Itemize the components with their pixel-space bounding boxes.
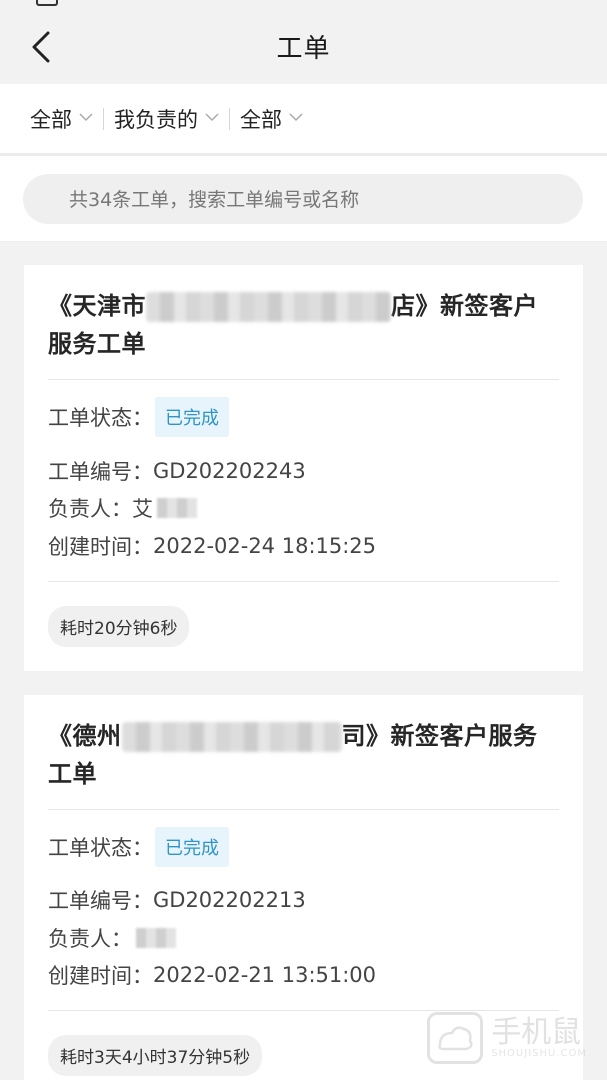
owner-value: 艾 <box>132 497 153 522</box>
filter-label: 我负责的 <box>114 107 198 132</box>
duration-tag: 耗时3天4小时37分钟5秒 <box>48 1035 263 1076</box>
number-value: GD202202243 <box>153 458 306 483</box>
card-title: 《德州 司》新签客户服务 工单 <box>48 717 559 810</box>
status-badge: 已完成 <box>155 826 229 867</box>
number-label: 工单编号： <box>48 459 153 484</box>
card-details: 工单状态： 已完成 工单编号： GD202202213 负责人： 创建时间： 2… <box>48 810 559 1011</box>
duration-tag: 耗时20分钟6秒 <box>48 605 190 647</box>
signal-icon <box>36 0 58 6</box>
divider <box>229 107 230 130</box>
search-placeholder: 共34条工单，搜索工单编号或名称 <box>69 189 360 211</box>
number-row: 工单编号： GD202202243 <box>48 452 559 490</box>
filter-status-dropdown[interactable]: 全部 <box>240 104 303 134</box>
status-row: 工单状态： 已完成 <box>48 396 559 438</box>
chevron-left-icon <box>32 31 50 63</box>
back-button[interactable] <box>26 31 56 63</box>
search-input[interactable]: 共34条工单，搜索工单编号或名称 <box>23 173 583 224</box>
watermark: 手机鼠 SHOUJISHU.COM <box>427 1012 587 1064</box>
title-text: 店》新签客户 <box>391 292 538 320</box>
status-bar <box>0 0 607 12</box>
filter-label: 全部 <box>240 107 282 132</box>
title-text: 司》新签客户服务 <box>341 721 538 750</box>
title-text: 《德州 <box>48 721 122 750</box>
filter-bar: 全部 我负责的 全部 <box>0 84 607 156</box>
chevron-down-icon <box>79 113 93 122</box>
created-label: 创建时间： <box>48 534 153 559</box>
watermark-subtext: SHOUJISHU.COM <box>491 1047 587 1059</box>
owner-label: 负责人： <box>48 926 132 951</box>
created-row: 创建时间： 2022-02-24 18:15:25 <box>48 527 559 565</box>
watermark-text-block: 手机鼠 SHOUJISHU.COM <box>491 1014 587 1059</box>
number-row: 工单编号： GD202202213 <box>48 882 559 920</box>
redacted-text <box>121 721 342 752</box>
owner-row: 负责人： 艾 <box>48 490 559 528</box>
status-badge: 已完成 <box>155 397 229 437</box>
redacted-text <box>157 498 197 519</box>
work-order-card[interactable]: 《天津市 店》新签客户 服务工单 工单状态： 已完成 工单编号： GD202202… <box>24 265 583 671</box>
status-row: 工单状态： 已完成 <box>48 826 559 868</box>
number-value: GD202202213 <box>153 888 306 913</box>
watermark-text: 手机鼠 <box>491 1014 582 1050</box>
chevron-down-icon <box>289 113 303 122</box>
watermark-logo-icon <box>427 1012 484 1064</box>
created-label: 创建时间： <box>48 964 153 989</box>
redacted-text <box>146 292 391 322</box>
status-label: 工单状态： <box>48 835 153 860</box>
created-value: 2022-02-21 13:51:00 <box>153 963 377 988</box>
work-order-list: 《天津市 店》新签客户 服务工单 工单状态： 已完成 工单编号： GD202202… <box>0 242 607 1080</box>
created-row: 创建时间： 2022-02-21 13:51:00 <box>48 957 559 995</box>
redacted-text <box>136 927 176 948</box>
title-text: 服务工单 <box>48 330 146 358</box>
filter-owner-dropdown[interactable]: 我负责的 <box>114 104 219 134</box>
chevron-down-icon <box>205 113 219 122</box>
filter-label: 全部 <box>30 107 72 132</box>
card-footer: 耗时20分钟6秒 <box>48 582 559 647</box>
owner-label: 负责人： <box>48 497 132 522</box>
title-text: 《天津市 <box>48 292 146 320</box>
divider <box>103 107 104 130</box>
card-details: 工单状态： 已完成 工单编号： GD202202243 负责人： 艾 创建时间：… <box>48 380 559 582</box>
search-area: 共34条工单，搜索工单编号或名称 <box>0 156 607 242</box>
card-title: 《天津市 店》新签客户 服务工单 <box>48 287 559 380</box>
filter-category-dropdown[interactable]: 全部 <box>30 104 93 134</box>
created-value: 2022-02-24 18:15:25 <box>153 533 377 558</box>
owner-row: 负责人： <box>48 919 559 957</box>
title-text: 工单 <box>48 759 97 788</box>
nav-bar: 工单 <box>0 12 607 84</box>
status-label: 工单状态： <box>48 406 153 430</box>
number-label: 工单编号： <box>48 889 153 914</box>
page-title: 工单 <box>276 33 331 64</box>
